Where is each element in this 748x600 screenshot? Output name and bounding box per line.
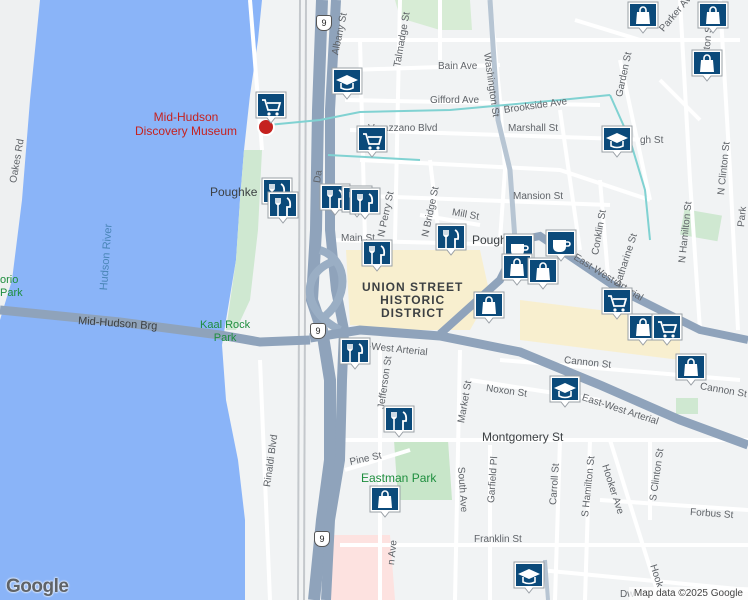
school-marker[interactable] xyxy=(512,560,546,594)
shopping-cart-marker[interactable] xyxy=(650,312,684,346)
school-marker[interactable] xyxy=(548,374,582,408)
school-marker[interactable] xyxy=(600,124,634,158)
map-canvas[interactable]: Hudson River Mid-Hudson Brg Kaal Rock Pa… xyxy=(0,0,748,600)
restaurant-marker[interactable] xyxy=(338,336,372,370)
burgh-st-label: gh St xyxy=(640,135,664,146)
school-icon xyxy=(513,561,545,594)
shopping-cart-marker[interactable] xyxy=(355,124,389,158)
kaal-rock-park-label: Kaal Rock Park xyxy=(200,319,251,344)
south-ave-label: South Ave xyxy=(455,466,470,513)
mansion-st-label: Mansion St xyxy=(513,191,564,202)
left-park-label: orio Park xyxy=(0,274,23,299)
poughkeepsie-station-label: Poughke xyxy=(210,185,258,199)
gifford-ave-label: Gifford Ave xyxy=(430,95,480,106)
franklin-st-label: Franklin St xyxy=(474,534,522,545)
hudson-river-water xyxy=(0,0,262,600)
shopping-bag-marker[interactable] xyxy=(626,0,660,34)
restaurant-icon xyxy=(383,405,415,438)
shopping-bag-marker[interactable] xyxy=(674,352,708,386)
museum-label: Mid-Hudson Discovery Museum xyxy=(135,110,238,138)
shopping-cart-icon xyxy=(255,91,287,124)
restaurant-marker[interactable] xyxy=(434,222,468,256)
shopping-bag-marker[interactable] xyxy=(472,290,506,324)
route-9-shield: 9 xyxy=(316,15,332,31)
shopping-cart-marker[interactable] xyxy=(254,90,288,124)
school-marker[interactable] xyxy=(330,66,364,100)
restaurant-marker[interactable] xyxy=(360,238,394,272)
school-icon xyxy=(601,125,633,158)
school-icon xyxy=(549,375,581,408)
restaurant-icon xyxy=(435,223,467,256)
union-street-district-label: UNION STREET HISTORIC DISTRICT xyxy=(362,280,464,320)
route-9-shield: 9 xyxy=(314,531,330,547)
shopping-bag-icon xyxy=(691,49,723,82)
restaurant-marker[interactable] xyxy=(348,186,382,220)
shopping-cart-icon xyxy=(356,125,388,158)
restaurant-icon xyxy=(339,337,371,370)
restaurant-icon xyxy=(267,191,299,224)
park-label: Park xyxy=(736,205,748,228)
eastman-park-area xyxy=(394,440,452,500)
shopping-bag-marker[interactable] xyxy=(368,484,402,518)
park-small xyxy=(676,398,698,414)
montgomery-st-label: Montgomery St xyxy=(482,430,564,444)
bain-ave-label: Bain Ave xyxy=(438,61,478,72)
restaurant-icon xyxy=(361,239,393,272)
restaurant-icon xyxy=(349,187,381,220)
restaurant-marker[interactable] xyxy=(266,190,300,224)
shopping-bag-marker[interactable] xyxy=(526,256,560,290)
google-logo: Google xyxy=(6,576,69,597)
restaurant-marker[interactable] xyxy=(382,404,416,438)
shopping-bag-icon xyxy=(527,257,559,290)
marshall-st-label: Marshall St xyxy=(508,123,559,134)
map-data-attribution[interactable]: Map data ©2025 Google xyxy=(628,587,748,600)
school-icon xyxy=(331,67,363,100)
shopping-cart-icon xyxy=(651,313,683,346)
shopping-bag-icon xyxy=(473,291,505,324)
shopping-bag-marker[interactable] xyxy=(690,48,724,82)
shopping-bag-icon xyxy=(369,485,401,518)
route-9-shield: 9 xyxy=(310,323,326,339)
shopping-bag-marker[interactable] xyxy=(696,0,730,34)
shopping-bag-icon xyxy=(675,353,707,386)
shopping-bag-icon xyxy=(697,1,729,34)
eastman-park-label: Eastman Park xyxy=(361,471,437,485)
shopping-bag-icon xyxy=(627,1,659,34)
